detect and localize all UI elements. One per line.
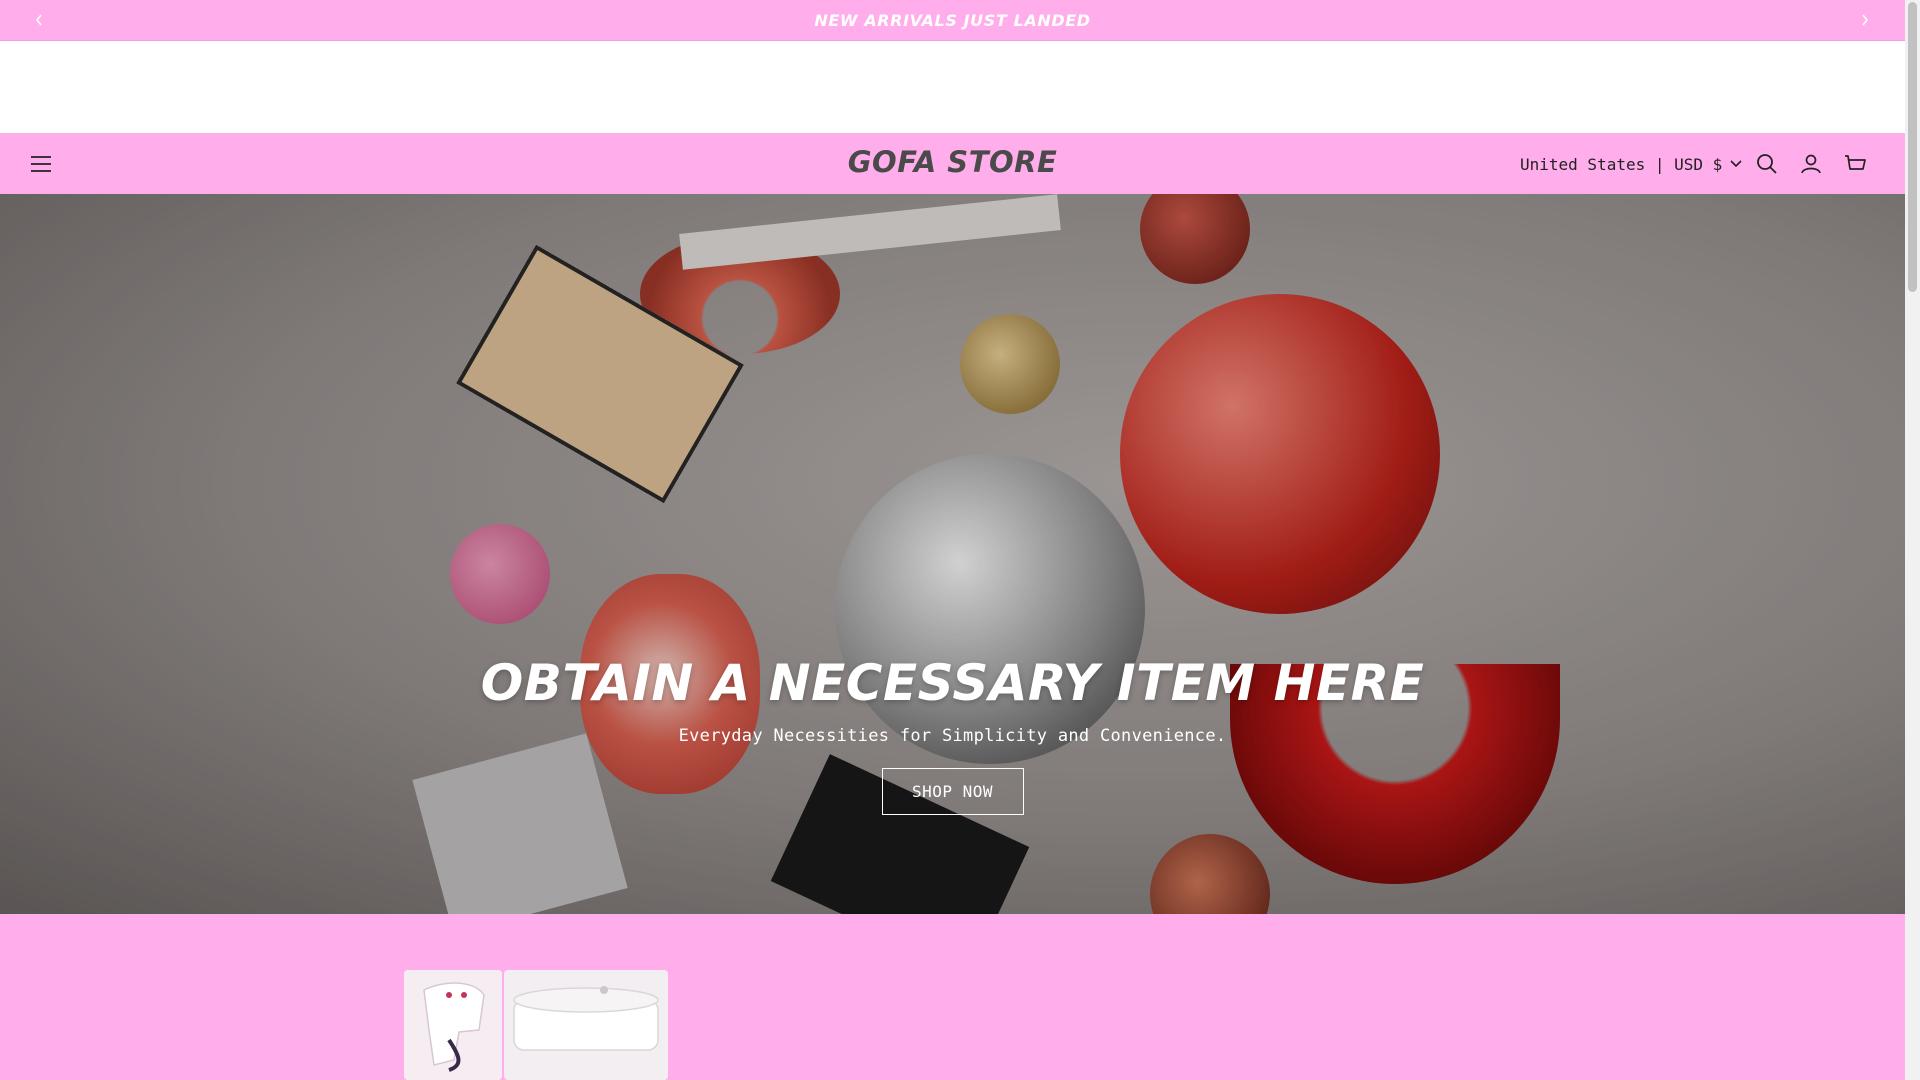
hero-title: OBTAIN A NECESSARY ITEM HERE [480, 654, 1425, 712]
shop-now-button[interactable]: SHOP NOW [881, 768, 1024, 815]
scrollbar-thumb[interactable] [1908, 2, 1917, 292]
chevron-left-icon[interactable] [27, 8, 51, 32]
page-scrollbar[interactable] [1905, 0, 1920, 1080]
announcement-bar: NEW ARRIVALS JUST LANDED [0, 0, 1905, 41]
search-icon[interactable] [1752, 149, 1782, 179]
country-currency-selector[interactable]: United States | USD $ [1520, 151, 1742, 177]
chevron-down-icon [1730, 160, 1742, 168]
site-header: GOFA STORE United States | USD $ [0, 133, 1905, 194]
featured-section [0, 914, 1905, 1080]
hamburger-menu-icon[interactable] [26, 149, 56, 179]
announcement-text: NEW ARRIVALS JUST LANDED [814, 10, 1091, 30]
hero-banner: OBTAIN A NECESSARY ITEM HERE Everyday Ne… [0, 194, 1905, 914]
product-thumbnail[interactable] [504, 970, 668, 1080]
cart-icon[interactable] [1840, 149, 1870, 179]
hero-content: OBTAIN A NECESSARY ITEM HERE Everyday Ne… [0, 654, 1905, 815]
locale-label: United States | USD $ [1520, 154, 1723, 174]
store-logo[interactable]: GOFA STORE [848, 145, 1058, 179]
product-thumbnail[interactable] [404, 970, 502, 1080]
header-spacer [0, 41, 1905, 133]
hero-subtitle: Everyday Necessities for Simplicity and … [678, 726, 1227, 746]
chevron-right-icon[interactable] [1853, 8, 1877, 32]
account-icon[interactable] [1796, 149, 1826, 179]
